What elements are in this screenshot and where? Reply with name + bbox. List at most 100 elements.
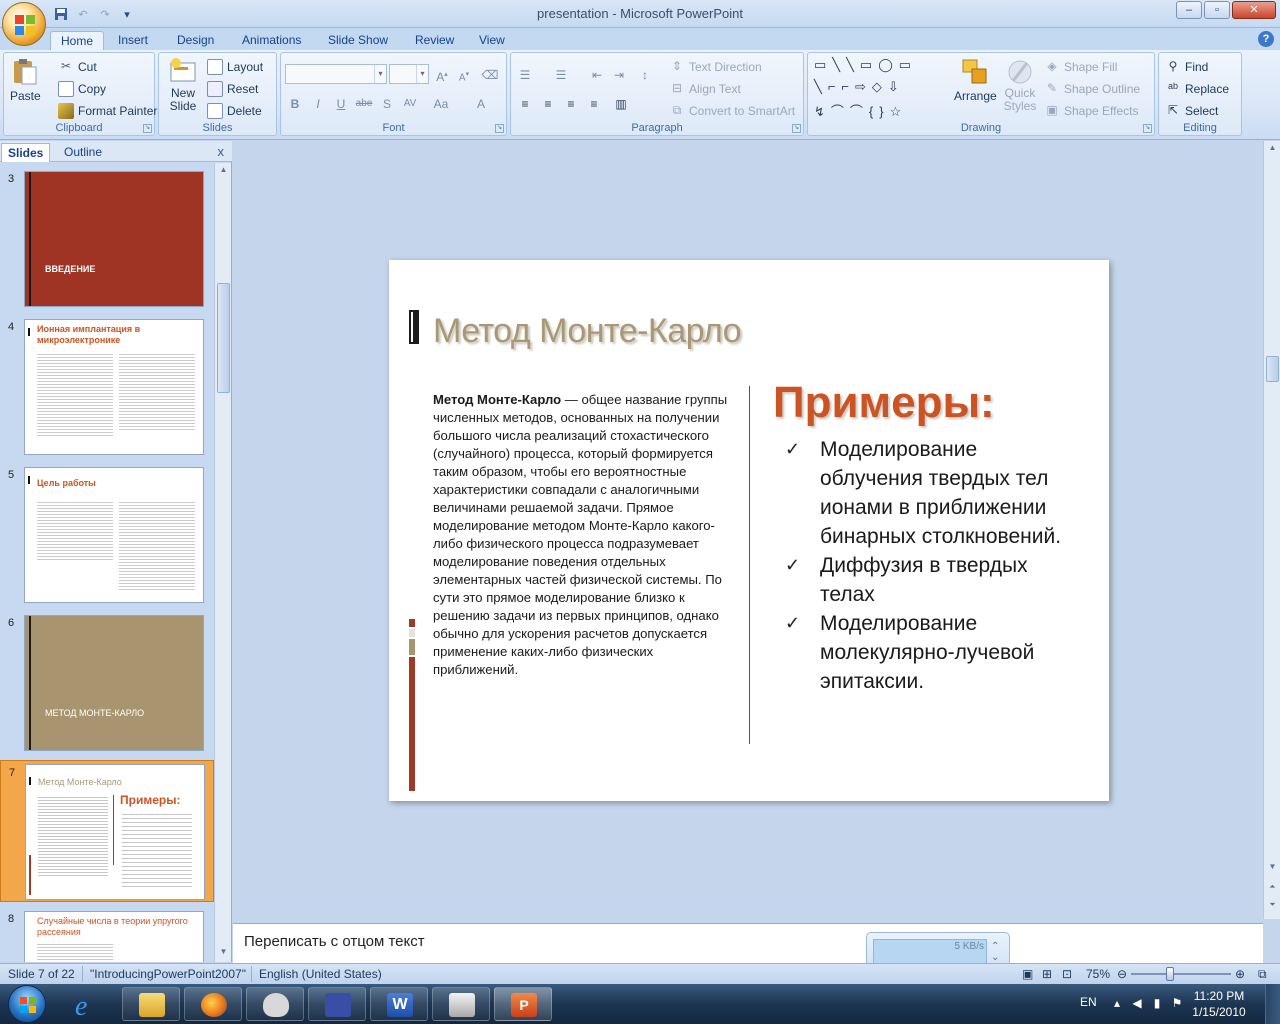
quick-styles-button[interactable]: Quick Styles (1000, 57, 1040, 113)
show-desktop-button[interactable] (1265, 984, 1280, 1024)
internet-explorer-icon[interactable]: e (67, 988, 107, 1022)
font-size-combo[interactable]: ▾ (389, 64, 429, 84)
examples-list[interactable]: ✓ Моделирование облучения твердых тел ион… (785, 435, 1085, 696)
underline-icon[interactable]: U (331, 93, 351, 113)
columns-icon[interactable]: ▥ (611, 93, 631, 113)
powerpoint-taskbar-button[interactable]: P (494, 987, 552, 1021)
start-button[interactable] (4, 984, 50, 1024)
tab-outline[interactable]: Outline (58, 143, 108, 162)
paragraph-launcher-icon[interactable]: ↘ (792, 124, 801, 133)
slide-body-text[interactable]: Метод Монте-Карло — общее название групп… (433, 391, 739, 679)
maximize-icon[interactable]: ▫ (1204, 1, 1230, 19)
align-right-icon[interactable]: ≡ (561, 93, 581, 113)
volume-icon[interactable]: ◀ (1130, 996, 1144, 1010)
zoom-slider-handle[interactable] (1166, 967, 1174, 981)
office-button[interactable] (2, 2, 46, 46)
strikethrough-icon[interactable]: abe (354, 93, 374, 113)
format-painter-button[interactable]: Format Painter (58, 103, 157, 119)
slide-thumbnail[interactable]: Метод Монте-Карло Примеры: (25, 764, 205, 900)
slide-thumbnail[interactable]: МЕТОД МОНТЕ-КАРЛО (24, 615, 204, 751)
fit-to-window-icon[interactable]: ⧉ (1258, 967, 1267, 982)
slide-thumbnail[interactable]: Случайные числа в теории упругого рассея… (24, 911, 204, 962)
thumbnail-row[interactable]: 3 ВВЕДЕНИЕ (0, 169, 214, 309)
close-icon[interactable]: ✕ (1232, 1, 1276, 19)
scroll-thumb[interactable] (217, 283, 230, 393)
shrink-font-icon[interactable]: A▾ (454, 64, 474, 84)
drawing-launcher-icon[interactable]: ↘ (1143, 124, 1152, 133)
tab-slides[interactable]: Slides (1, 143, 51, 162)
clipboard-launcher-icon[interactable]: ↘ (143, 124, 152, 133)
tab-home[interactable]: Home (50, 31, 105, 50)
slide-title[interactable]: Метод Монте-Карло (433, 312, 742, 351)
slide-canvas[interactable]: Метод Монте-Карло Метод Монте-Карло — об… (389, 260, 1109, 801)
italic-icon[interactable]: I (308, 93, 328, 113)
examples-title[interactable]: Примеры: (773, 378, 995, 428)
tab-review[interactable]: Review (405, 31, 464, 50)
line-spacing-icon[interactable]: ↕ (635, 64, 655, 84)
minimize-icon[interactable]: – (1176, 1, 1202, 19)
copy-button[interactable]: Copy (58, 81, 106, 97)
replace-button[interactable]: ab Replace (1165, 81, 1229, 97)
scroll-up-icon[interactable]: ▲ (1266, 143, 1279, 156)
shape-fill-button[interactable]: ◈ Shape Fill (1044, 59, 1117, 75)
decrease-indent-icon[interactable]: ⇤ (587, 64, 607, 84)
grow-font-icon[interactable]: A▴ (432, 64, 452, 84)
thumbnail-row[interactable]: 6 МЕТОД МОНТЕ-КАРЛО (0, 613, 214, 753)
clock-date[interactable]: 1/15/2010 (1184, 1005, 1254, 1019)
zoom-slider[interactable] (1131, 973, 1231, 975)
zoom-out-icon[interactable]: ⊖ (1117, 967, 1127, 981)
increase-indent-icon[interactable]: ⇥ (609, 64, 629, 84)
thumbnail-row[interactable]: 8 Случайные числа в теории упругого расс… (0, 909, 214, 962)
bullets-icon[interactable]: ☰ (515, 64, 535, 84)
select-button[interactable]: ⇱ Select (1165, 103, 1218, 119)
help-icon[interactable]: ? (1258, 31, 1274, 47)
thumbnail-row[interactable]: 5 Цель работы (0, 465, 214, 605)
clock-time[interactable]: 11:20 PM (1184, 989, 1254, 1003)
close-icon[interactable]: x (218, 144, 225, 159)
thumbnail-row[interactable]: 4 Ионная имплантация в микроэлектронике (0, 317, 214, 457)
convert-smartart-button[interactable]: ⧉ Convert to SmartArt (669, 103, 795, 119)
notes-pane[interactable]: Переписать с отцом текст (233, 923, 1263, 963)
justify-icon[interactable]: ≡ (584, 93, 604, 113)
windows-explorer-taskbar-button[interactable] (122, 987, 180, 1021)
shapes-row3-icon[interactable]: ↯⌒⌒{}☆ (814, 101, 907, 120)
shadow-icon[interactable]: S (377, 93, 397, 113)
paste-button[interactable]: Paste (10, 57, 41, 103)
tab-view[interactable]: View (469, 31, 515, 50)
word-taskbar-button[interactable]: W (370, 987, 428, 1021)
layout-button[interactable]: Layout (207, 59, 263, 75)
scroll-up-icon[interactable]: ▲ (217, 165, 230, 178)
panel-scrollbar[interactable]: ▲ ▼ (214, 163, 231, 962)
scroll-down-icon[interactable]: ▼ (217, 947, 230, 960)
shapes-row2-icon[interactable]: ╲⌐⌐⇨◇⇩ (814, 79, 905, 95)
next-slide-icon[interactable]: ⏷ (1266, 900, 1279, 913)
scroll-thumb[interactable] (1266, 356, 1279, 382)
slide-thumbnail[interactable]: Ионная имплантация в микроэлектронике (24, 319, 204, 455)
numbering-icon[interactable]: ☰ (551, 64, 571, 84)
firefox-taskbar-button[interactable] (184, 987, 242, 1021)
tab-insert[interactable]: Insert (108, 31, 158, 50)
save-app-taskbar-button[interactable] (308, 987, 366, 1021)
thumbnail-row-selected[interactable]: 7 Метод Монте-Карло Примеры: (0, 760, 214, 902)
zoom-in-icon[interactable]: ⊕ (1235, 967, 1245, 981)
font-name-combo[interactable]: ▾ (285, 64, 387, 84)
network-arrows-icon[interactable]: ⌃ ⌄ (991, 941, 1005, 963)
slide-thumbnail[interactable]: Цель работы (24, 467, 204, 603)
delete-button[interactable]: Delete (207, 103, 262, 119)
editor-scrollbar[interactable]: ▲ ▼ ⏶ ⏷ (1263, 141, 1280, 919)
align-center-icon[interactable]: ≡ (538, 93, 558, 113)
char-spacing-icon[interactable]: AV (400, 93, 420, 113)
find-button[interactable]: ⚲ Find (1165, 59, 1209, 75)
new-slide-button[interactable]: New Slide (163, 57, 203, 113)
shape-outline-button[interactable]: ✎ Shape Outline (1044, 81, 1140, 97)
input-language[interactable]: EN (1080, 995, 1097, 1009)
tab-slide-show[interactable]: Slide Show (318, 31, 398, 50)
network-icon[interactable]: ⚑ (1170, 996, 1184, 1010)
bold-icon[interactable]: B (285, 93, 305, 113)
shapes-gallery-icon[interactable]: ▭╲╲▭◯▭ (814, 57, 917, 73)
tab-animations[interactable]: Animations (232, 31, 311, 50)
slide-sorter-icon[interactable]: ⊞ (1042, 967, 1052, 981)
printer-taskbar-button[interactable] (432, 987, 490, 1021)
align-left-icon[interactable]: ≡ (515, 93, 535, 113)
slide-show-icon[interactable]: ⊡ (1062, 967, 1072, 981)
